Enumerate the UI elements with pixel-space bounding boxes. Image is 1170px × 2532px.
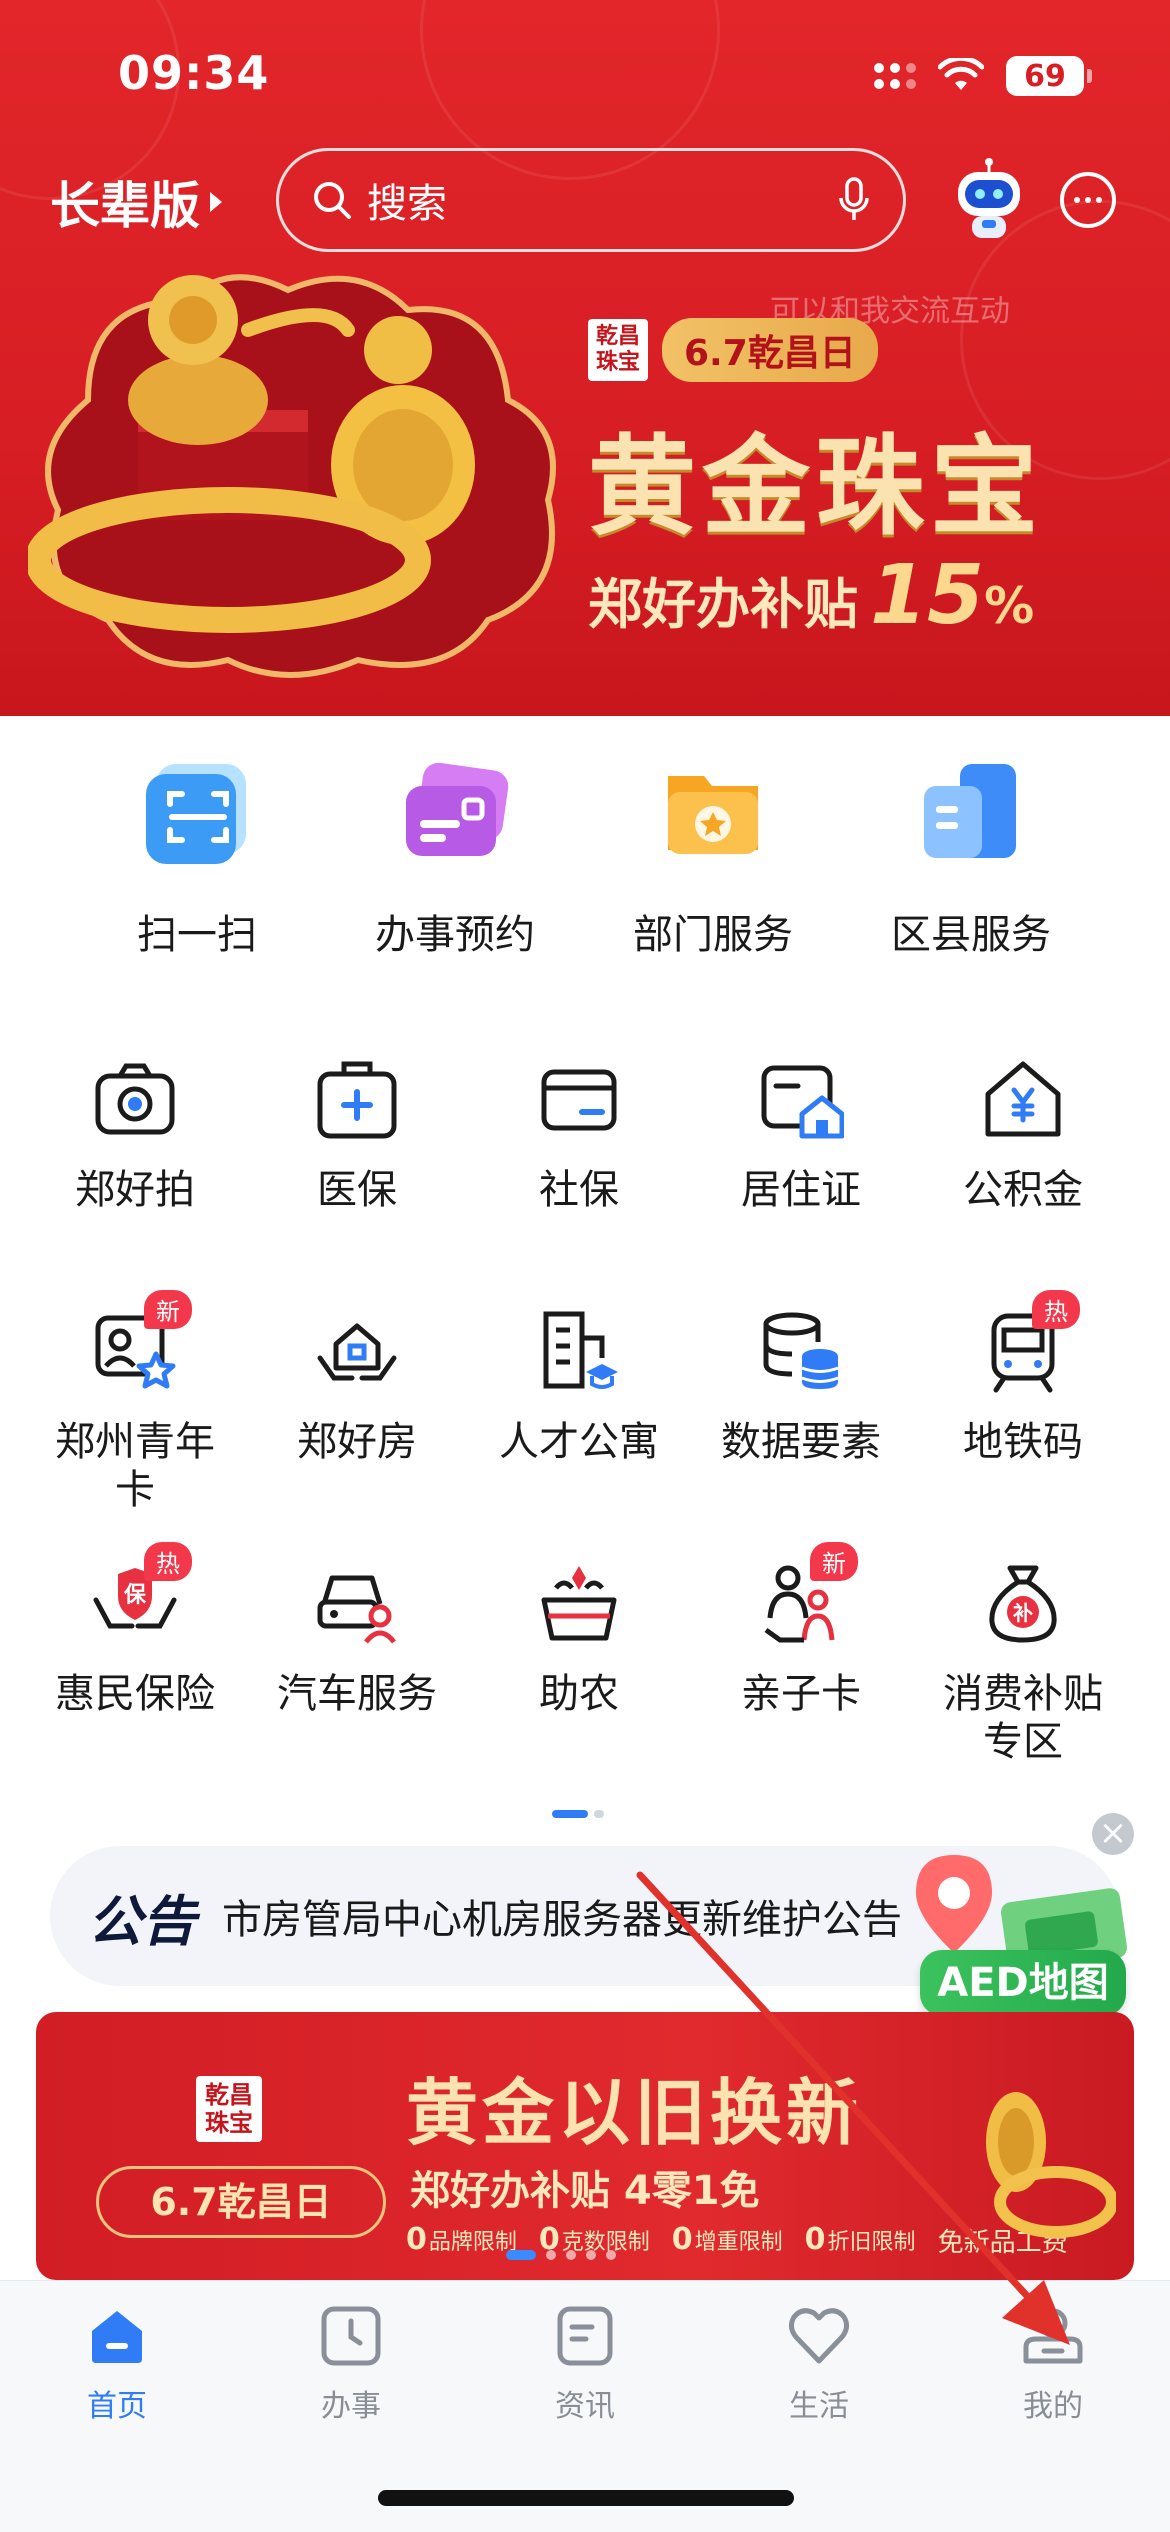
new-badge: 新 (810, 1542, 858, 1581)
scan-icon (146, 764, 246, 864)
service-label: 消费补贴专区 (943, 1671, 1103, 1765)
housing-fund-icon (985, 1061, 1061, 1137)
quick-service-label: 区县服务 (891, 912, 1051, 958)
tab-services[interactable]: 办事 (234, 2303, 468, 2425)
gold-bracelet-image (986, 2092, 1116, 2238)
social-security-card-icon (541, 1069, 617, 1131)
service-label: 郑好拍 (75, 1167, 195, 1213)
page-dot-active (552, 1810, 588, 1818)
quick-service-label: 办事预约 (375, 912, 535, 958)
house-hands-icon (317, 1323, 397, 1381)
home-indicator (378, 2490, 794, 2506)
quick-service-district[interactable]: 区县服务 (842, 760, 1100, 960)
service-grid: 郑好拍 医保 社保 居住证 公积金 新 郑州青年卡 郑好房 人才公寓 数据要素 … (24, 1050, 1146, 1806)
quick-service-appointment[interactable]: 办事预约 (326, 760, 584, 960)
promo-brand-logo: 乾昌珠宝 (196, 2076, 262, 2142)
camera-icon (95, 1063, 175, 1135)
service-metro-code[interactable]: 热 地铁码 (912, 1290, 1134, 1554)
svg-text:补: 补 (1012, 1601, 1033, 1625)
tab-label: 办事 (321, 2389, 381, 2424)
new-badge: 新 (144, 1290, 192, 1329)
service-talent-apartment[interactable]: 人才公寓 (468, 1302, 690, 1554)
service-label: 郑州青年卡 (55, 1419, 215, 1513)
tab-label: 资讯 (555, 2389, 615, 2424)
heart-icon (788, 2308, 850, 2364)
service-label: 数据要素 (721, 1419, 881, 1465)
promo-event-pill: 6.7乾昌日 (96, 2166, 386, 2238)
appointment-card-icon (406, 762, 509, 856)
hot-badge: 热 (1032, 1290, 1080, 1329)
promo-page-indicator (506, 2250, 616, 2260)
service-label: 社保 (539, 1167, 619, 1213)
tab-label: 生活 (789, 2389, 849, 2424)
car-service-icon (317, 1575, 396, 1644)
service-label: 汽车服务 (277, 1671, 437, 1717)
tab-label: 我的 (1023, 2389, 1083, 2424)
tab-news[interactable]: 资讯 (468, 2303, 702, 2425)
tab-label: 首页 (87, 2389, 147, 2424)
service-label: 居住证 (741, 1167, 861, 1213)
promo-term: 0品牌限制 (406, 2222, 517, 2257)
database-icon (763, 1312, 839, 1389)
promo-subtitle: 郑好办补贴 4零1免 (410, 2168, 760, 2214)
promo-banner[interactable]: 乾昌珠宝 6.7乾昌日 黄金以旧换新 郑好办补贴 4零1免 0品牌限制 0克数限… (36, 2012, 1134, 2280)
service-zhenghaofang[interactable]: 郑好房 (246, 1302, 468, 1554)
notice-text: 市房管局中心机房服务器更新维护公告 (222, 1897, 902, 1943)
service-label: 郑好房 (297, 1419, 417, 1465)
service-residence-permit[interactable]: 居住证 (690, 1050, 912, 1302)
service-label: 公积金 (963, 1167, 1083, 1213)
talent-apartment-icon (543, 1311, 618, 1389)
home-icon (92, 2311, 142, 2363)
page-dot (594, 1810, 604, 1818)
service-huimin-insurance[interactable]: 保 热 惠民保险 (24, 1542, 246, 1806)
service-car[interactable]: 汽车服务 (246, 1554, 468, 1806)
service-page-indicator (552, 1810, 604, 1818)
district-building-icon (924, 764, 1016, 858)
service-help-farmers[interactable]: 助农 (468, 1554, 690, 1806)
service-label: 医保 (317, 1167, 397, 1213)
subsidy-bag-icon: 补 (989, 1565, 1057, 1643)
clock-icon (321, 2306, 381, 2366)
notice-tag: 公告 (88, 1889, 196, 1953)
profile-icon (1023, 2308, 1083, 2364)
tab-mine[interactable]: 我的 (936, 2303, 1170, 2425)
service-data-elements[interactable]: 数据要素 (690, 1302, 912, 1554)
news-icon (557, 2306, 613, 2366)
service-label: 惠民保险 (55, 1671, 215, 1717)
service-parent-child-card[interactable]: 新 亲子卡 (690, 1542, 912, 1806)
top-banner-link[interactable] (0, 0, 1170, 716)
service-label: 亲子卡 (741, 1671, 861, 1717)
quick-service-label: 扫一扫 (137, 912, 257, 958)
aed-map-label[interactable]: AED地图 (920, 1950, 1126, 2016)
farm-basket-icon (541, 1566, 617, 1641)
promo-term: 0增重限制 (671, 2222, 783, 2257)
service-label: 人才公寓 (499, 1419, 659, 1465)
service-label: 地铁码 (963, 1419, 1083, 1465)
service-label: 助农 (539, 1671, 619, 1717)
tab-life[interactable]: 生活 (702, 2303, 936, 2425)
quick-service-label: 部门服务 (633, 912, 793, 958)
quick-services: 扫一扫 办事预约 部门服务 区县服务 (0, 760, 1170, 960)
tab-home[interactable]: 首页 (0, 2303, 234, 2425)
service-medical-insurance[interactable]: 医保 (246, 1050, 468, 1302)
service-youth-card[interactable]: 新 郑州青年卡 (24, 1290, 246, 1554)
service-social-security[interactable]: 社保 (468, 1050, 690, 1302)
quick-service-department[interactable]: 部门服务 (584, 760, 842, 960)
residence-permit-icon (761, 1065, 844, 1139)
promo-term: 0折旧限制 (804, 2222, 916, 2257)
medical-kit-icon (317, 1061, 397, 1139)
hot-badge: 热 (144, 1542, 192, 1581)
service-consumption-subsidy[interactable]: 补 消费补贴专区 (912, 1554, 1134, 1806)
department-folder-icon (668, 776, 758, 854)
service-housing-fund[interactable]: 公积金 (912, 1050, 1134, 1302)
svg-text:保: 保 (123, 1583, 147, 1608)
promo-title: 黄金以旧换新 (406, 2071, 863, 2155)
quick-service-scan[interactable]: 扫一扫 (68, 760, 326, 960)
service-zhenghaopai[interactable]: 郑好拍 (24, 1050, 246, 1302)
close-icon[interactable]: × (1092, 1813, 1134, 1855)
